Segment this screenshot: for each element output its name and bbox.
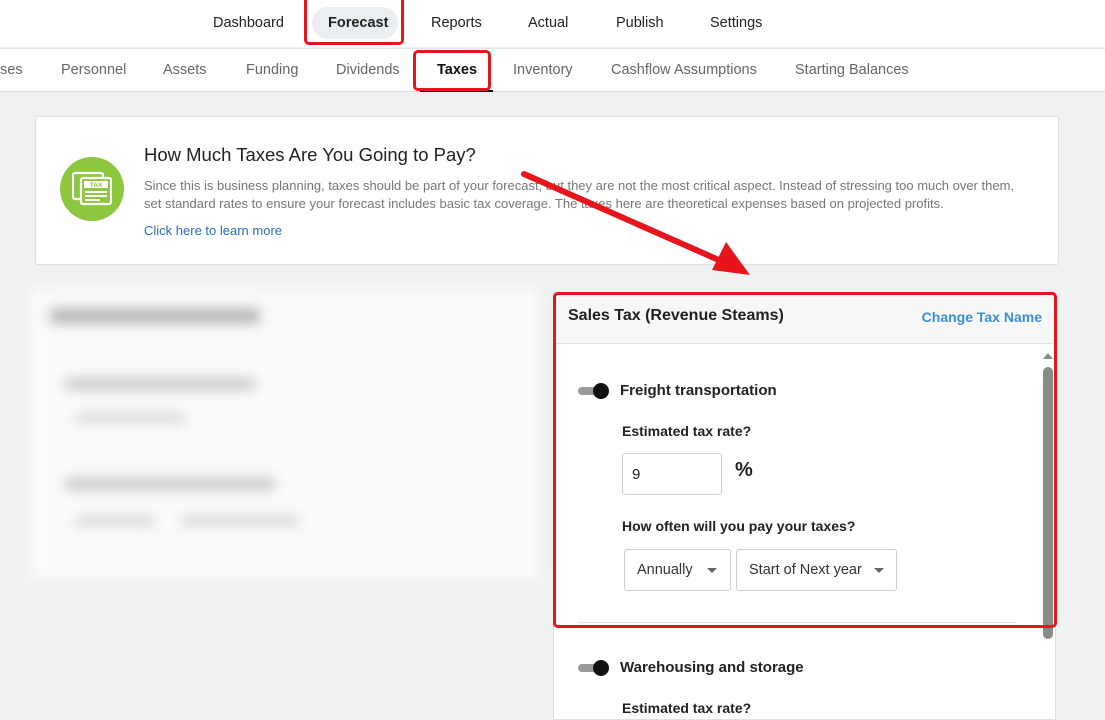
annotation-arrow-icon <box>521 171 750 275</box>
